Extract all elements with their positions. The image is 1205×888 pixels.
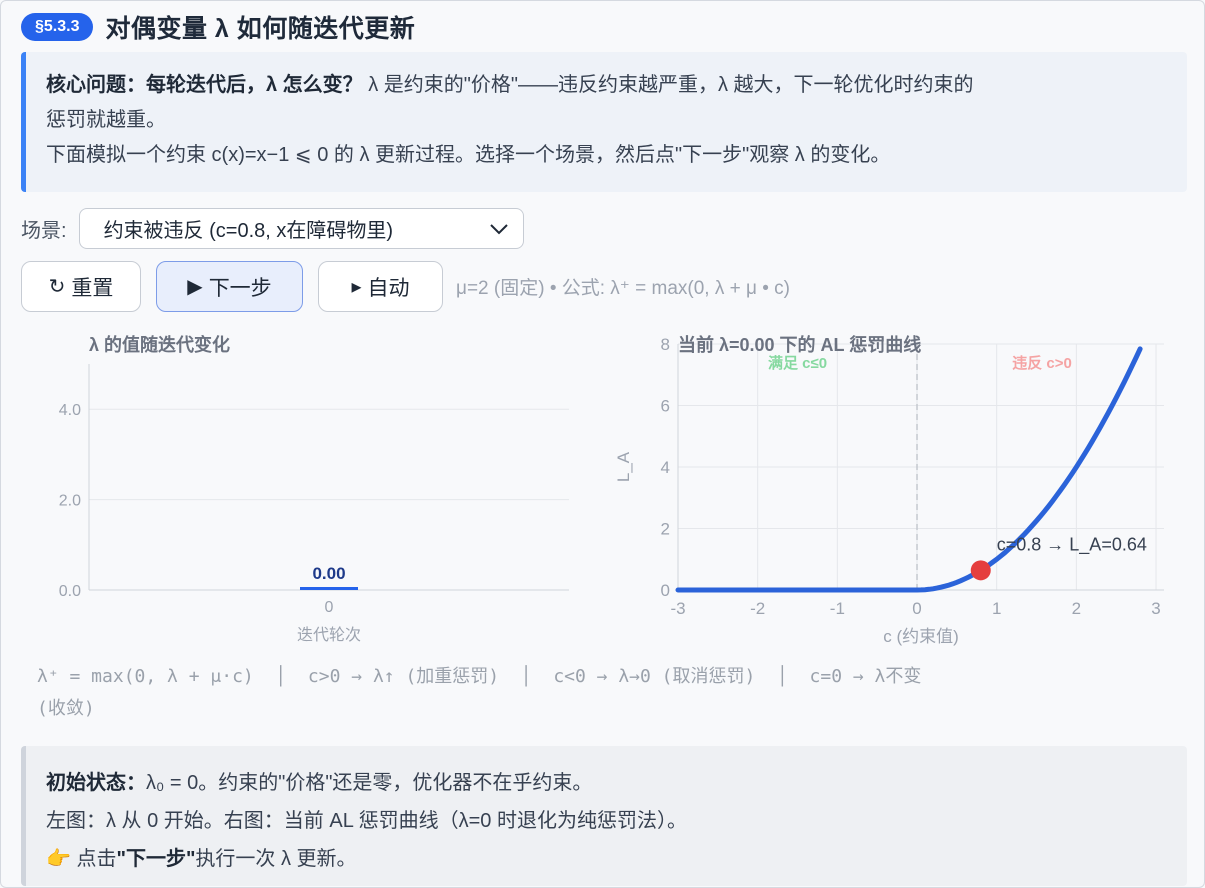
section-header: §5.3.3 对偶变量 λ 如何随迭代更新	[21, 9, 415, 45]
state-line-3: 👉 点击"下一步"执行一次 λ 更新。	[46, 840, 1167, 878]
reset-label: 重置	[71, 276, 114, 300]
chart-title: 当前 λ=0.00 下的 AL 惩罚曲线	[678, 334, 921, 355]
bar-value-label: 0.00	[312, 564, 345, 583]
x-axis-label: 迭代轮次	[297, 626, 361, 644]
state-text-3a: 点击	[70, 848, 117, 870]
intro-callout: 核心问题：每轮迭代后，λ 怎么变？ λ 是约束的"价格"——违反约束越严重，λ …	[21, 52, 1187, 192]
auto-label: 自动	[367, 276, 410, 300]
scene-row: 场景: 约束被违反 (c=0.8, x在障碍物里)	[21, 208, 524, 249]
page-frame: §5.3.3 对偶变量 λ 如何随迭代更新 核心问题：每轮迭代后，λ 怎么变？ …	[0, 0, 1205, 888]
violated-region-label: 违反 c>0	[1012, 355, 1072, 372]
state-text-3b: 执行一次 λ 更新。	[195, 848, 357, 870]
intro-text-3: 下面模拟一个约束 c(x)=x−1 ⩽ 0 的 λ 更新过程。选择一个场景，然后…	[46, 144, 891, 166]
chevron-down-icon	[489, 223, 508, 234]
play-icon: ▶	[187, 276, 203, 298]
al-penalty-svg: 0 2 4 6 8 -3 -2 -1 0 1 2 3 满足 c≤0 违反 c>0 当前 λ=0.00 下的 …	[614, 334, 1164, 646]
y-tick-label: 2.0	[59, 493, 81, 510]
intro-text-1: λ 是约束的"价格"——违反约束越严重，λ 越大，下一轮优化时约束的	[368, 74, 974, 96]
y-tick-label: 0.0	[59, 583, 81, 600]
y-tick-label: 0	[661, 581, 670, 600]
y-tick-label: 4.0	[59, 402, 81, 419]
auto-button[interactable]: ▸ 自动	[318, 261, 443, 312]
satisfied-region-label: 满足 c≤0	[768, 354, 827, 372]
reset-icon: ↻	[48, 276, 66, 298]
legend-line-2: (收敛)	[37, 698, 95, 719]
al-penalty-chart: 0 2 4 6 8 -3 -2 -1 0 1 2 3 满足 c≤0 违反 c>0 当前 λ=0.00 下的 …	[601, 326, 1191, 656]
y-tick-label: 6	[661, 397, 670, 416]
state-title: 初始状态：	[46, 772, 146, 794]
intro-text-2: 惩罚就越重。	[46, 109, 166, 131]
state-text-2: 左图：λ 从 0 开始。右图：当前 AL 惩罚曲线（λ=0 时退化为纯惩罚法）。	[46, 810, 687, 832]
next-step-button[interactable]: ▶ 下一步	[156, 261, 303, 312]
x-tick-label: 2	[1072, 599, 1081, 618]
play-small-icon: ▸	[351, 276, 362, 298]
reset-button[interactable]: ↻ 重置	[21, 261, 141, 312]
state-step-hint: "下一步"	[116, 848, 196, 870]
x-tick-label: 0	[325, 599, 334, 616]
control-row: ↻ 重置 ▶ 下一步 ▸ 自动 μ=2 (固定) • 公式: λ⁺ = max(…	[21, 261, 790, 312]
y-tick-label: 8	[661, 335, 670, 354]
lambda-history-svg: λ 的值随迭代变化 0.0 2.0 4.0 0.00 0 迭代轮次	[59, 334, 569, 644]
lambda-history-chart: λ 的值随迭代变化 0.0 2.0 4.0 0.00 0 迭代轮次	[21, 326, 591, 656]
state-callout: 初始状态：λ₀ = 0。约束的"价格"还是零，优化器不在乎约束。 左图：λ 从 …	[21, 746, 1187, 886]
x-tick-label: 0	[912, 599, 921, 618]
y-tick-label: 4	[661, 458, 670, 477]
y-axis-label: L_A	[614, 451, 633, 482]
marker-label: c=0.8 → L_A=0.64	[997, 534, 1147, 555]
formula-note: μ=2 (固定) • 公式: λ⁺ = max(0, λ + μ • c)	[456, 278, 790, 299]
x-tick-label: 3	[1151, 599, 1160, 618]
current-point-marker	[970, 560, 991, 581]
next-step-label: 下一步	[208, 276, 272, 300]
page-title: 对偶变量 λ 如何随迭代更新	[105, 15, 416, 43]
lambda-bar	[300, 587, 358, 590]
scene-select[interactable]: 约束被违反 (c=0.8, x在障碍物里)	[78, 208, 524, 249]
legend-line-1: λ⁺ = max(0, λ + μ·c) │ c>0 → λ↑ (加重惩罚) │…	[37, 666, 922, 687]
x-tick-label: -3	[670, 599, 685, 618]
x-tick-label: -2	[750, 599, 765, 618]
x-tick-label: -1	[830, 599, 845, 618]
x-tick-label: 1	[992, 599, 1001, 618]
scene-label: 场景:	[21, 220, 67, 242]
state-line-1: 初始状态：λ₀ = 0。约束的"价格"还是零，优化器不在乎约束。	[46, 764, 1167, 802]
pointing-hand-icon: 👉	[46, 848, 71, 870]
y-tick-label: 2	[661, 520, 670, 539]
intro-question: 核心问题：每轮迭代后，λ 怎么变？	[46, 74, 363, 96]
state-text-1: λ₀ = 0。约束的"价格"还是零，优化器不在乎约束。	[146, 772, 593, 794]
chart-title: λ 的值随迭代变化	[89, 334, 230, 355]
intro-line-1: 核心问题：每轮迭代后，λ 怎么变？ λ 是约束的"价格"——违反约束越严重，λ …	[46, 68, 1167, 103]
x-axis-label: c (约束值)	[883, 627, 959, 646]
section-badge: §5.3.3	[21, 13, 94, 41]
scene-selected-value: 约束被违反 (c=0.8, x在障碍物里)	[103, 220, 394, 242]
update-rule-legend: λ⁺ = max(0, λ + μ·c) │ c>0 → λ↑ (加重惩罚) │…	[37, 661, 1167, 725]
